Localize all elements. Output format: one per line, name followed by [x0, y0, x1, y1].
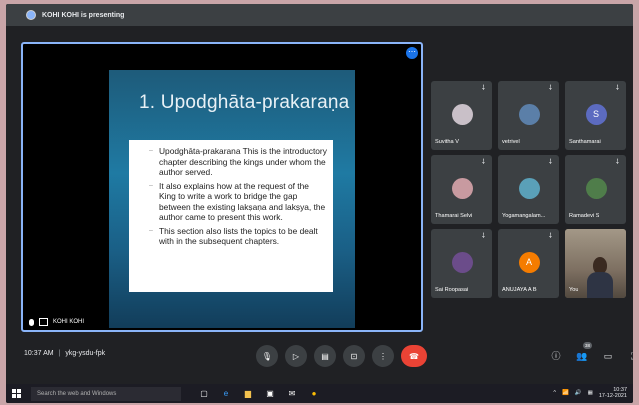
participant-name: Thamarai Selvi [435, 213, 473, 219]
presentation-slide: 1. Upodghāta-prakaraṇa Upodghāta-prakara… [109, 70, 355, 328]
more-options-icon[interactable]: ⋯ [406, 47, 418, 59]
mic-off-icon: ⸸ [481, 85, 485, 92]
presenter-avatar [26, 10, 36, 20]
people-button[interactable]: 👥 38 [576, 342, 593, 362]
edge-icon[interactable]: e [221, 389, 231, 399]
slide-bullet: This section also lists the topics to be… [149, 226, 327, 247]
task-view-icon[interactable]: ▢ [199, 389, 209, 399]
main-presentation-tile[interactable]: ⋯ 1. Upodghāta-prakaraṇa Upodghāta-praka… [21, 42, 423, 332]
mic-off-icon: ⸸ [548, 85, 552, 92]
participant-tile[interactable]: ⸸ Thamarai Selvi [431, 155, 492, 224]
side-controls: ⓘ 👥 38 ▭ ⛶ [550, 342, 633, 362]
chat-button[interactable]: ▭ [602, 350, 614, 362]
leave-call-button[interactable]: ☎ [401, 345, 427, 367]
call-controls: 🎙 ▷ ▤ ⊡ ⋮ ☎ [256, 345, 427, 367]
participant-name: Sai Roopasai [435, 287, 469, 293]
mic-off-icon: ⸸ [481, 233, 485, 240]
captions-icon: ▤ [321, 351, 329, 361]
camera-icon: ▷ [292, 351, 300, 361]
person-body [587, 272, 613, 298]
windows-taskbar: Search the web and Windows ▢ e ▆ ▣ ✉ ● ^… [6, 384, 633, 403]
mic-icon [29, 318, 34, 326]
chat-icon: ▭ [603, 351, 613, 361]
volume-icon[interactable]: 🔊 [575, 390, 582, 396]
participant-name: Ramadevi S [569, 213, 600, 219]
slide-bullet: Upodghāta-prakarana This is the introduc… [149, 146, 327, 178]
participant-count-badge: 38 [583, 342, 593, 349]
camera-toggle-button[interactable]: ▷ [285, 345, 307, 367]
mic-off-icon: ⸸ [615, 85, 619, 92]
store-icon[interactable]: ▣ [265, 389, 275, 399]
network-icon[interactable]: 📶 [562, 390, 569, 396]
taskbar-clock[interactable]: 10:37 17-12-2021 [599, 387, 627, 399]
participant-tile[interactable]: ⸸ Ramadevi S [565, 155, 626, 224]
file-explorer-icon[interactable]: ▆ [243, 389, 253, 399]
avatar [451, 252, 473, 273]
participant-tile[interactable]: ⸸ A ANUJAYA A B [498, 229, 559, 298]
present-button[interactable]: ⊡ [343, 345, 365, 367]
slide-content: Upodghāta-prakarana This is the introduc… [129, 140, 333, 292]
mic-toggle-button[interactable]: 🎙 [256, 345, 278, 367]
participant-name: Yogamangalam... [502, 213, 546, 219]
participant-tile[interactable]: ⸸ Yogamangalam... [498, 155, 559, 224]
slide-bullet: It also explains how at the request of t… [149, 181, 327, 223]
self-video-tile[interactable]: You [565, 229, 626, 298]
info-icon: ⓘ [551, 351, 561, 361]
presenter-label: KOHI KOHI [29, 318, 84, 326]
mic-off-icon: ⸸ [481, 159, 485, 166]
notification-icon[interactable]: ▦ [588, 390, 593, 396]
mic-icon: 🎙 [261, 351, 273, 361]
captions-button[interactable]: ▤ [314, 345, 336, 367]
more-options-button[interactable]: ⋮ [372, 345, 394, 367]
avatar [518, 104, 540, 125]
tray-chevron-icon[interactable]: ^ [553, 390, 556, 396]
participant-name: Suvitha V [435, 139, 459, 145]
participant-tile[interactable]: ⸸ vetrivel [498, 81, 559, 150]
clock-date: 17-12-2021 [598, 393, 627, 399]
activities-icon: ⛶ [631, 351, 633, 361]
avatar [585, 178, 607, 199]
present-icon [39, 318, 48, 326]
participant-name: You [569, 287, 579, 293]
mic-off-icon: ⸸ [615, 159, 619, 166]
mic-off-icon: ⸸ [548, 159, 552, 166]
meeting-info: 10:37 AM | ykg-ysdu-fpk [24, 350, 105, 357]
people-icon: 👥 [576, 351, 588, 361]
mail-icon[interactable]: ✉ [287, 389, 297, 399]
avatar [451, 178, 473, 199]
participant-tile[interactable]: ⸸ Sai Roopasai [431, 229, 492, 298]
participant-tile[interactable]: ⸸ S Santhamarai [565, 81, 626, 150]
meeting-code: ykg-ysdu-fpk [65, 350, 106, 357]
meeting-time: 10:37 AM [24, 350, 54, 357]
meeting-separator: | [58, 350, 61, 357]
presenting-bar: KOHI KOHI is presenting [6, 4, 633, 26]
activities-button[interactable]: ⛶ [628, 350, 633, 362]
taskbar-search-input[interactable]: Search the web and Windows [31, 386, 181, 401]
mic-off-icon: ⸸ [548, 233, 552, 240]
hang-up-icon: ☎ [409, 351, 419, 361]
participant-tile[interactable]: ⸸ Suvitha V [431, 81, 492, 150]
taskbar-apps: ▢ e ▆ ▣ ✉ ● [199, 389, 319, 399]
slide-title: 1. Upodghāta-prakaraṇa [139, 92, 350, 113]
avatar: A [518, 252, 540, 273]
meeting-details-button[interactable]: ⓘ [550, 350, 562, 362]
meet-window: KOHI KOHI is presenting ⋯ 1. Upodghāta-p… [6, 4, 633, 403]
avatar [451, 104, 473, 125]
participant-name: Santhamarai [569, 139, 601, 145]
chrome-icon[interactable]: ● [309, 389, 319, 399]
more-vert-icon: ⋮ [379, 351, 387, 361]
avatar: S [585, 104, 607, 125]
presenting-text: KOHI KOHI is presenting [42, 11, 125, 19]
present-icon: ⊡ [350, 351, 358, 361]
participant-name: vetrivel [502, 139, 520, 145]
windows-start-icon[interactable] [12, 389, 21, 398]
presenter-name: KOHI KOHI [53, 319, 85, 325]
system-tray: ^ 📶 🔊 ▦ 10:37 17-12-2021 [553, 387, 627, 399]
avatar [518, 178, 540, 199]
participant-name: ANUJAYA A B [502, 287, 537, 293]
